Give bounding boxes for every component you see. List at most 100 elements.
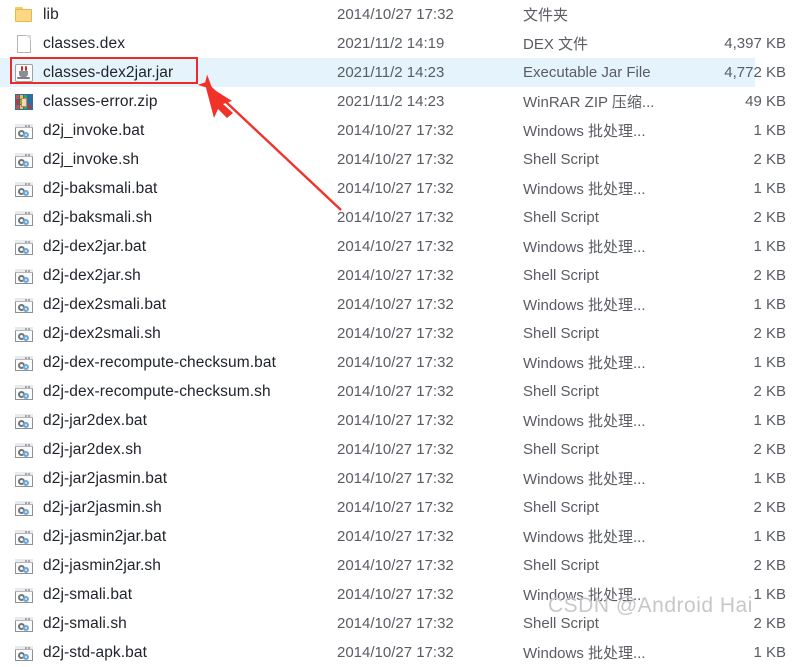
file-name-cell[interactable]: d2j-baksmali.sh — [0, 208, 337, 228]
table-row[interactable]: d2j-dex-recompute-checksum.sh 2014/10/27 … — [0, 377, 811, 406]
script-icon — [14, 295, 34, 315]
script-icon — [14, 237, 34, 257]
file-name-cell[interactable]: d2j-dex2jar.sh — [0, 266, 337, 286]
file-date-cell: 2014/10/27 17:32 — [337, 586, 454, 603]
table-row[interactable]: classes-error.zip 2021/11/2 14:23 WinRAR Z… — [0, 87, 811, 116]
file-size-cell: 2 KB — [753, 151, 786, 168]
table-row[interactable]: d2j_invoke.bat 2014/10/27 17:32 Windows 批处… — [0, 116, 811, 145]
script-icon — [14, 498, 34, 518]
file-type-cell: Shell Script — [523, 615, 599, 632]
file-size-cell: 2 KB — [753, 209, 786, 226]
file-date-cell: 2014/10/27 17:32 — [337, 528, 454, 545]
table-row[interactable]: classes-dex2jar.jar 2021/11/2 14:23 Execut… — [0, 58, 811, 87]
table-row[interactable]: classes.dex 2021/11/2 14:19 DEX 文件 4,397 KB — [0, 29, 811, 58]
file-name-cell[interactable]: d2j-baksmali.bat — [0, 179, 337, 199]
file-list[interactable]: lib 2014/10/27 17:32 文件夹 classes.dex 2021/11… — [0, 0, 811, 662]
file-name-cell[interactable]: d2j-dex2smali.bat — [0, 295, 337, 315]
folder-icon — [14, 5, 34, 25]
file-date-cell: 2014/10/27 17:32 — [337, 412, 454, 429]
file-type-cell: Windows 批处理... — [523, 471, 646, 488]
file-size-cell: 1 KB — [753, 354, 786, 371]
script-icon — [14, 614, 34, 634]
file-name-label: classes-error.zip — [43, 92, 158, 110]
file-date-cell: 2014/10/27 17:32 — [337, 151, 454, 168]
table-row[interactable]: d2j-dex-recompute-checksum.bat 2014/10/27… — [0, 348, 811, 377]
script-icon — [14, 643, 34, 663]
file-name-label: d2j-dex2smali.bat — [43, 295, 167, 313]
file-name-cell[interactable]: d2j-dex2smali.sh — [0, 324, 337, 344]
file-name-cell[interactable]: d2j-jasmin2jar.sh — [0, 556, 337, 576]
file-name-cell[interactable]: d2j-jar2dex.bat — [0, 411, 337, 431]
file-type-cell: Windows 批处理... — [523, 239, 646, 256]
file-name-cell[interactable]: d2j-jasmin2jar.bat — [0, 527, 337, 547]
file-date-cell: 2021/11/2 14:23 — [337, 93, 445, 110]
file-date-cell: 2021/11/2 14:23 — [337, 64, 445, 81]
table-row[interactable]: d2j-dex2jar.bat 2014/10/27 17:32 Windows 批… — [0, 232, 811, 261]
file-name-label: d2j-dex2smali.sh — [43, 324, 161, 342]
file-type-cell: Shell Script — [523, 209, 599, 226]
file-type-cell: Shell Script — [523, 151, 599, 168]
file-date-cell: 2014/10/27 17:32 — [337, 209, 454, 226]
table-row[interactable]: d2j-baksmali.bat 2014/10/27 17:32 Windows … — [0, 174, 811, 203]
table-row[interactable]: d2j-jasmin2jar.bat 2014/10/27 17:32 Window… — [0, 522, 811, 551]
script-icon — [14, 266, 34, 286]
file-name-cell[interactable]: d2j-smali.bat — [0, 585, 337, 605]
file-type-cell: Shell Script — [523, 499, 599, 516]
file-type-cell: Shell Script — [523, 441, 599, 458]
file-name-label: d2j_invoke.sh — [43, 150, 140, 168]
file-name-label: d2j-std-apk.bat — [43, 643, 148, 661]
file-name-cell[interactable]: d2j_invoke.sh — [0, 150, 337, 170]
table-row[interactable]: lib 2014/10/27 17:32 文件夹 — [0, 0, 811, 29]
file-type-cell: Shell Script — [523, 557, 599, 574]
file-size-cell: 2 KB — [753, 615, 786, 632]
file-name-cell[interactable]: d2j-dex2jar.bat — [0, 237, 337, 257]
file-name-label: d2j-jar2jasmin.bat — [43, 469, 168, 487]
file-name-cell[interactable]: d2j_invoke.bat — [0, 121, 337, 141]
file-name-cell[interactable]: classes-error.zip — [0, 92, 337, 112]
file-size-cell: 49 KB — [745, 93, 786, 110]
file-name-cell[interactable]: classes.dex — [0, 34, 337, 54]
file-name-cell[interactable]: d2j-dex-recompute-checksum.bat — [0, 353, 337, 373]
file-name-cell[interactable]: lib — [0, 5, 337, 25]
table-row[interactable]: d2j-smali.bat 2014/10/27 17:32 Windows 批处理… — [0, 580, 811, 609]
file-date-cell: 2014/10/27 17:32 — [337, 6, 454, 23]
file-name-cell[interactable]: d2j-smali.sh — [0, 614, 337, 634]
file-size-cell: 1 KB — [753, 412, 786, 429]
table-row[interactable]: d2j-smali.sh 2014/10/27 17:32 Shell Script… — [0, 609, 811, 638]
file-size-cell: 2 KB — [753, 325, 786, 342]
file-name-cell[interactable]: d2j-std-apk.bat — [0, 643, 337, 663]
table-row[interactable]: d2j_invoke.sh 2014/10/27 17:32 Shell Scrip… — [0, 145, 811, 174]
table-row[interactable]: d2j-jar2dex.bat 2014/10/27 17:32 Windows 批… — [0, 406, 811, 435]
file-size-cell: 1 KB — [753, 296, 786, 313]
file-name-cell[interactable]: d2j-jar2jasmin.bat — [0, 469, 337, 489]
file-size-cell: 4,772 KB — [724, 64, 786, 81]
file-date-cell: 2014/10/27 17:32 — [337, 557, 454, 574]
file-size-cell: 2 KB — [753, 557, 786, 574]
file-type-cell: WinRAR ZIP 压缩... — [523, 94, 655, 111]
table-row[interactable]: d2j-dex2smali.bat 2014/10/27 17:32 Windows… — [0, 290, 811, 319]
file-name-label: d2j-dex2jar.bat — [43, 237, 147, 255]
file-type-cell: DEX 文件 — [523, 36, 589, 53]
file-date-cell: 2014/10/27 17:32 — [337, 499, 454, 516]
document-icon — [14, 34, 34, 54]
table-row[interactable]: d2j-dex2smali.sh 2014/10/27 17:32 Shell Sc… — [0, 319, 811, 348]
file-size-cell: 1 KB — [753, 122, 786, 139]
table-row[interactable]: d2j-baksmali.sh 2014/10/27 17:32 Shell Scr… — [0, 203, 811, 232]
file-name-cell[interactable]: d2j-jar2dex.sh — [0, 440, 337, 460]
table-row[interactable]: d2j-jar2jasmin.bat 2014/10/27 17:32 Window… — [0, 464, 811, 493]
script-icon — [14, 382, 34, 402]
file-name-label: d2j-jar2jasmin.sh — [43, 498, 162, 516]
file-name-cell[interactable]: d2j-dex-recompute-checksum.sh — [0, 382, 337, 402]
table-row[interactable]: d2j-jar2dex.sh 2014/10/27 17:32 Shell Scri… — [0, 435, 811, 464]
file-name-cell[interactable]: d2j-jar2jasmin.sh — [0, 498, 337, 518]
table-row[interactable]: d2j-std-apk.bat 2014/10/27 17:32 Windows 批… — [0, 638, 811, 667]
table-row[interactable]: d2j-jar2jasmin.sh 2014/10/27 17:32 Shell S… — [0, 493, 811, 522]
script-icon — [14, 469, 34, 489]
script-icon — [14, 353, 34, 373]
file-date-cell: 2014/10/27 17:32 — [337, 354, 454, 371]
java-jar-icon — [14, 63, 34, 83]
file-name-cell[interactable]: classes-dex2jar.jar — [0, 63, 337, 83]
table-row[interactable]: d2j-dex2jar.sh 2014/10/27 17:32 Shell Scri… — [0, 261, 811, 290]
file-type-cell: Windows 批处理... — [523, 297, 646, 314]
table-row[interactable]: d2j-jasmin2jar.sh 2014/10/27 17:32 Shell S… — [0, 551, 811, 580]
